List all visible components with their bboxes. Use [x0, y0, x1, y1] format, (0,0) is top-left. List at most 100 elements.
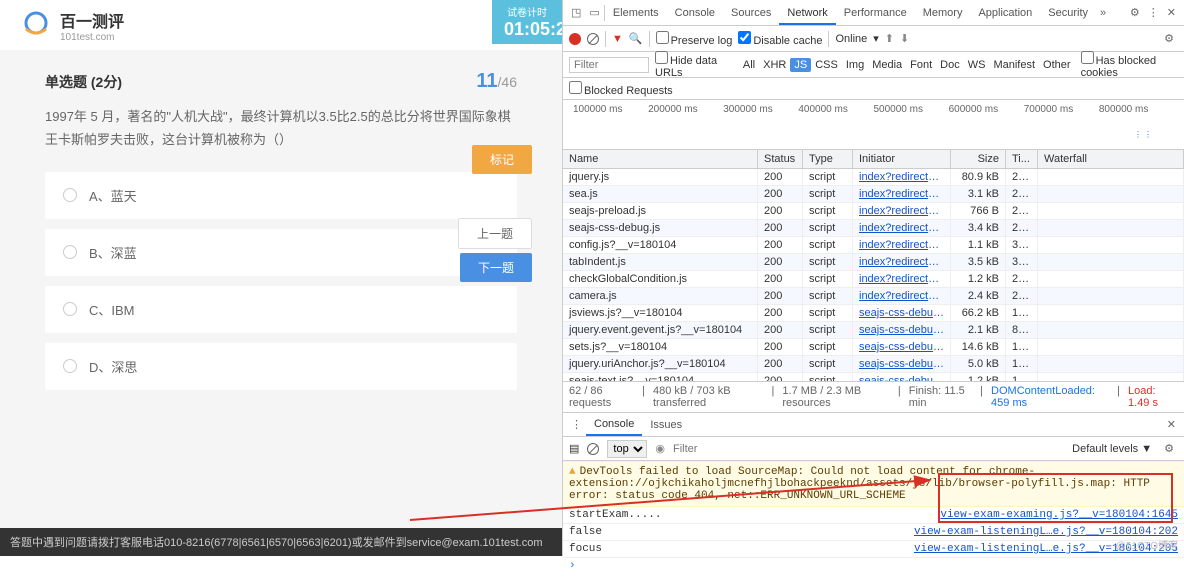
timer-box: 试卷计时 01:05:28 — [492, 0, 562, 44]
option-label: D、深思 — [89, 357, 137, 376]
logo[interactable]: 百一测评 101test.com — [20, 8, 124, 43]
filter-ws[interactable]: WS — [964, 58, 990, 72]
timeline-overview[interactable]: 100000 ms200000 ms300000 ms400000 ms5000… — [563, 100, 1184, 150]
filter-img[interactable]: Img — [842, 58, 868, 72]
download-icon[interactable]: ⬇ — [900, 32, 909, 45]
table-row[interactable]: config.js?__v=180104200scriptindex?redir… — [563, 237, 1184, 254]
col-time[interactable]: Ti... — [1006, 150, 1038, 168]
eye-icon[interactable] — [655, 442, 665, 455]
disable-cache-checkbox[interactable]: Disable cache — [738, 31, 822, 47]
timer-value: 01:05:28 — [504, 19, 550, 40]
hide-data-urls-checkbox[interactable]: Hide data URLs — [655, 51, 733, 79]
console-body: ▲DevTools failed to load SourceMap: Coul… — [563, 461, 1184, 574]
table-row[interactable]: checkGlobalCondition.js200scriptindex?re… — [563, 271, 1184, 288]
option-1[interactable]: B、深蓝 — [45, 229, 517, 276]
filter-font[interactable]: Font — [906, 58, 936, 72]
drawer-tab-console[interactable]: Console — [586, 414, 642, 436]
settings-icon[interactable] — [1126, 6, 1144, 19]
more-tabs-icon[interactable] — [1096, 7, 1110, 19]
filter-all[interactable]: All — [739, 58, 759, 72]
network-toolbar: ▼ 🔍 Preserve log Disable cache Online ▾ … — [563, 26, 1184, 52]
has-blocked-checkbox[interactable]: Has blocked cookies — [1081, 51, 1178, 79]
tab-security[interactable]: Security — [1040, 3, 1096, 23]
console-sidebar-icon[interactable]: ▤ — [569, 442, 579, 455]
tab-sources[interactable]: Sources — [723, 3, 779, 23]
filter-other[interactable]: Other — [1039, 58, 1075, 72]
record-icon[interactable] — [569, 33, 581, 45]
filter-doc[interactable]: Doc — [936, 58, 964, 72]
console-warning[interactable]: ▲DevTools failed to load SourceMap: Coul… — [563, 461, 1184, 507]
console-line[interactable]: focusview-exam-listeningL…e.js?__v=18010… — [563, 541, 1184, 558]
radio-icon — [63, 188, 77, 202]
blocked-requests-checkbox[interactable]: Blocked Requests — [569, 81, 673, 97]
drawer-more-icon[interactable] — [567, 418, 586, 431]
device-icon[interactable]: ▭ — [585, 6, 603, 19]
col-name[interactable]: Name — [563, 150, 758, 168]
tab-memory[interactable]: Memory — [915, 3, 971, 23]
clear-icon[interactable] — [587, 33, 599, 45]
logo-title: 百一测评 — [60, 8, 124, 32]
filter-toggle-icon[interactable]: ▼ — [612, 33, 623, 45]
table-row[interactable]: tabIndent.js200scriptindex?redirect=0...… — [563, 254, 1184, 271]
option-3[interactable]: D、深思 — [45, 343, 517, 390]
filter-xhr[interactable]: XHR — [759, 58, 790, 72]
search-icon[interactable]: 🔍 — [629, 32, 643, 45]
col-size[interactable]: Size — [951, 150, 1006, 168]
table-row[interactable]: seajs-css-debug.js200scriptindex?redirec… — [563, 220, 1184, 237]
inspect-icon[interactable]: ◳ — [567, 6, 585, 19]
table-row[interactable]: seajs-text.js?__v=180104200scriptseajs-c… — [563, 373, 1184, 381]
table-row[interactable]: jquery.event.gevent.js?__v=180104200scri… — [563, 322, 1184, 339]
console-settings-icon[interactable] — [1160, 442, 1178, 455]
console-prompt[interactable]: › — [563, 558, 1184, 574]
console-clear-icon[interactable] — [587, 443, 599, 455]
col-initiator[interactable]: Initiator — [853, 150, 951, 168]
filter-media[interactable]: Media — [868, 58, 906, 72]
upload-icon[interactable]: ⬆ — [885, 32, 894, 45]
filter-js[interactable]: JS — [790, 58, 811, 72]
close-devtools-icon[interactable] — [1163, 6, 1180, 19]
col-waterfall[interactable]: Waterfall — [1038, 150, 1184, 168]
close-drawer-icon[interactable] — [1163, 418, 1180, 431]
more-icon[interactable] — [1144, 6, 1163, 19]
network-settings-icon[interactable] — [1160, 32, 1178, 45]
option-label: B、深蓝 — [89, 243, 137, 262]
next-button[interactable]: 下一题 — [460, 253, 532, 282]
blocked-row: Blocked Requests — [563, 78, 1184, 100]
warning-icon: ▲ — [569, 466, 576, 478]
tab-performance[interactable]: Performance — [836, 3, 915, 23]
table-row[interactable]: jquery.uriAnchor.js?__v=180104200scripts… — [563, 356, 1184, 373]
filter-css[interactable]: CSS — [811, 58, 842, 72]
filter-input[interactable] — [569, 57, 649, 73]
console-line[interactable]: falseview-exam-listeningL…e.js?__v=18010… — [563, 524, 1184, 541]
tab-console[interactable]: Console — [667, 3, 723, 23]
table-row[interactable]: sea.js200scriptindex?redirect=0...3.1 kB… — [563, 186, 1184, 203]
table-row[interactable]: seajs-preload.js200scriptindex?redirect=… — [563, 203, 1184, 220]
table-row[interactable]: sets.js?__v=180104200scriptseajs-css-deb… — [563, 339, 1184, 356]
table-row[interactable]: jquery.js200scriptindex?redirect=0...80.… — [563, 169, 1184, 186]
table-row[interactable]: jsviews.js?__v=180104200scriptseajs-css-… — [563, 305, 1184, 322]
tab-application[interactable]: Application — [970, 3, 1040, 23]
network-table: Name Status Type Initiator Size Ti... Wa… — [563, 150, 1184, 382]
option-2[interactable]: C、IBM — [45, 286, 517, 333]
mark-button[interactable]: 标记 — [472, 145, 532, 174]
question-text: 1997年 5 月，著名的"人机大战"，最终计算机以3.5比2.5的总比分将世界… — [45, 105, 517, 152]
timer-label: 试卷计时 — [504, 4, 550, 19]
question-area: 单选题 (2分) 11/46 1997年 5 月，著名的"人机大战"，最终计算机… — [0, 50, 562, 420]
context-select[interactable]: top — [607, 440, 647, 458]
throttling-select[interactable]: Online — [835, 33, 867, 45]
tab-network[interactable]: Network — [779, 3, 835, 25]
drawer-tab-issues[interactable]: Issues — [642, 415, 690, 435]
option-0[interactable]: A、蓝天 — [45, 172, 517, 219]
filter-manifest[interactable]: Manifest — [989, 58, 1039, 72]
col-type[interactable]: Type — [803, 150, 853, 168]
console-line[interactable]: startExam.....view-exam-examing.js?__v=1… — [563, 507, 1184, 524]
table-row[interactable]: camera.js200scriptindex?redirect=0...2.4… — [563, 288, 1184, 305]
throttling-dropdown-icon[interactable]: ▾ — [873, 32, 879, 45]
prev-button[interactable]: 上一题 — [458, 218, 532, 249]
radio-icon — [63, 359, 77, 373]
console-filter-input[interactable] — [673, 443, 1064, 455]
preserve-log-checkbox[interactable]: Preserve log — [656, 31, 733, 47]
levels-select[interactable]: Default levels ▼ — [1072, 443, 1152, 455]
tab-elements[interactable]: Elements — [605, 3, 667, 23]
col-status[interactable]: Status — [758, 150, 803, 168]
